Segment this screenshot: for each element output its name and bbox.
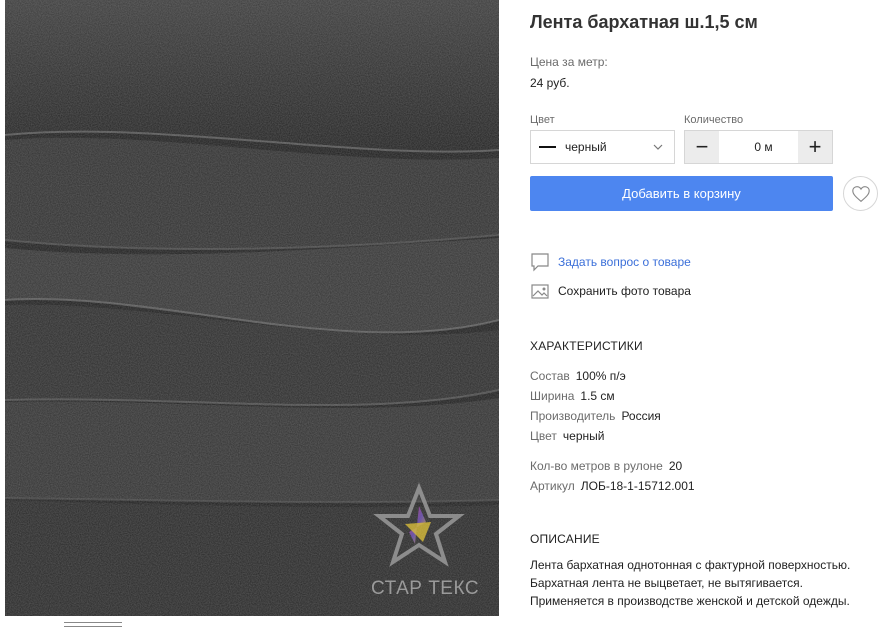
save-photo-label: Сохранить фото товара <box>558 284 691 298</box>
spec-value: 100% п/э <box>575 369 626 383</box>
color-select-value: черный <box>565 140 607 154</box>
image-icon <box>531 284 549 299</box>
add-to-cart-button[interactable]: Добавить в корзину <box>530 176 833 211</box>
product-title: Лента бархатная ш.1,5 см <box>530 12 758 32</box>
color-label: Цвет <box>530 114 555 126</box>
spec-value: Россия <box>621 409 661 423</box>
quantity-decrease-button[interactable]: − <box>685 131 719 163</box>
spec-key: Цвет <box>530 429 557 443</box>
heart-icon <box>851 185 870 202</box>
product-photo[interactable]: СТАР ТЕКС <box>5 0 499 616</box>
spec-value: 20 <box>668 459 683 473</box>
price-value: 24 руб. <box>530 76 570 90</box>
chevron-down-icon <box>653 144 663 150</box>
spec-value: 1.5 см <box>580 389 615 403</box>
description-heading: ОПИСАНИЕ <box>530 532 600 546</box>
spec-row: Состав 100% п/э <box>530 369 626 383</box>
spec-key: Производитель <box>530 409 616 423</box>
spec-row: Производитель Россия <box>530 409 661 423</box>
spec-value: ЛОБ-18-1-15712.001 <box>580 479 695 493</box>
spec-key: Артикул <box>530 479 575 493</box>
spec-key: Кол-во метров в рулоне <box>530 459 663 473</box>
save-photo-link[interactable]: Сохранить фото товара <box>530 281 691 301</box>
watermark-text: СТАР ТЕКС <box>371 578 480 599</box>
quantity-increase-button[interactable]: + <box>798 131 832 163</box>
quantity-stepper[interactable]: − 0 м + <box>684 130 833 164</box>
spec-value: черный <box>562 429 605 443</box>
chat-bubble-icon <box>531 253 549 272</box>
spec-row: Кол-во метров в рулоне 20 <box>530 459 682 473</box>
gallery-indicator[interactable] <box>64 622 122 627</box>
color-select[interactable]: черный <box>530 130 675 164</box>
price-label: Цена за метр: <box>530 55 608 69</box>
ask-question-link[interactable]: Задать вопрос о товаре <box>530 252 691 272</box>
spec-key: Ширина <box>530 389 575 403</box>
favorite-button[interactable] <box>843 176 878 211</box>
color-swatch <box>539 146 556 148</box>
description-text: Лента бархатная однотонная с фактурной п… <box>530 558 851 608</box>
spec-key: Состав <box>530 369 570 383</box>
ask-question-label: Задать вопрос о товаре <box>558 255 691 269</box>
quantity-label: Количество <box>684 114 744 126</box>
velvet-ribbon-image <box>5 0 499 616</box>
characteristics-heading: ХАРАКТЕРИСТИКИ <box>530 339 643 353</box>
spec-row: Ширина 1.5 см <box>530 389 615 403</box>
quantity-value[interactable]: 0 м <box>719 131 798 163</box>
spec-row: Цвет черный <box>530 429 604 443</box>
spec-row: Артикул ЛОБ-18-1-15712.001 <box>530 479 695 493</box>
